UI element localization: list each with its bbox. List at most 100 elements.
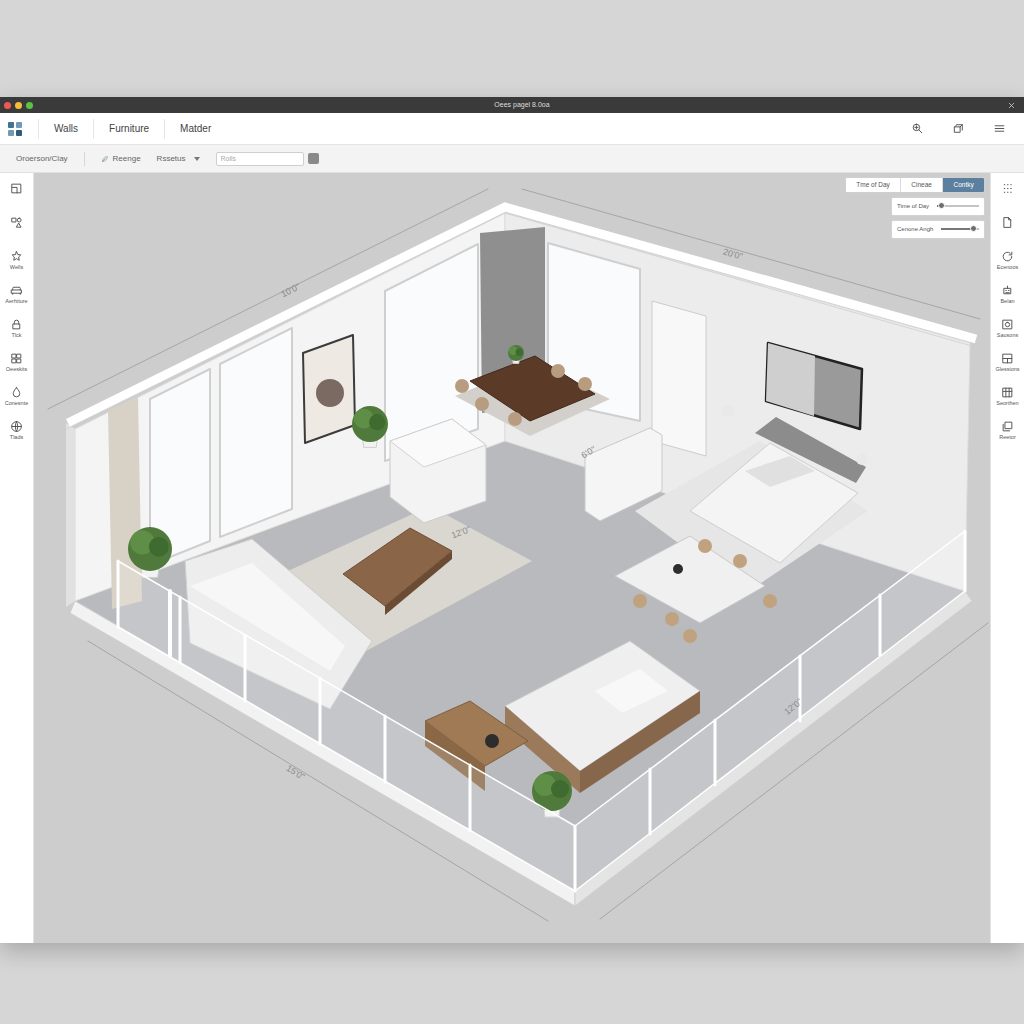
slider-fill: [941, 228, 973, 230]
door: [652, 301, 706, 456]
tv-screen: [766, 343, 862, 429]
dining-chair: [665, 612, 679, 626]
railing-post: [649, 769, 652, 834]
sidebar-item[interactable]: Conesnte: [0, 383, 33, 417]
mode-switch: Tme of DayCineaeContky: [845, 177, 985, 193]
dimension-label: 6'0": [580, 444, 598, 460]
search-button[interactable]: [308, 153, 319, 164]
close-button[interactable]: [1007, 101, 1016, 110]
mode-button[interactable]: Contky: [942, 178, 984, 192]
panel-icon: [1001, 352, 1014, 365]
close-icon: [1007, 101, 1016, 110]
railing-post: [964, 531, 967, 591]
dining-table: [470, 356, 595, 421]
dining-chair: [475, 397, 489, 411]
design-canvas[interactable]: 10'0"20'0"12'0"15'0"12'0"6'0"Tme of DayC…: [34, 173, 990, 943]
toolbar-tab[interactable]: Walls: [38, 119, 93, 139]
railing-post: [384, 716, 387, 782]
wall-art: [303, 335, 355, 443]
front-wall-base: [70, 601, 575, 906]
zoom-button[interactable]: [909, 120, 926, 137]
slider-track[interactable]: [941, 228, 979, 230]
sidebar-item[interactable]: [991, 213, 1024, 247]
sidebar-item[interactable]: Ecenoos: [991, 247, 1024, 281]
railing-post: [319, 678, 322, 744]
sidebar-item[interactable]: Sausons: [991, 315, 1024, 349]
toolbar-tab[interactable]: Matder: [164, 119, 226, 139]
left-sidebar: WellsAerhitureTlckOeeskitsConesnteTlads: [0, 173, 34, 943]
sidebar-item[interactable]: Aerhiture: [0, 281, 33, 315]
minimize-dot[interactable]: [15, 102, 22, 109]
dining-chair: [683, 629, 697, 643]
dining-chair: [698, 539, 712, 553]
close-dot[interactable]: [4, 102, 11, 109]
plan-icon: [10, 182, 23, 195]
sidebar-item[interactable]: [0, 213, 33, 247]
mode-button[interactable]: Tme of Day: [846, 178, 900, 192]
star-icon: [10, 250, 23, 263]
view-button[interactable]: [950, 120, 967, 137]
plant-leaves: [551, 780, 569, 798]
dining-chair: [763, 594, 777, 608]
globe-icon: [10, 420, 23, 433]
kitchen-island: [390, 419, 486, 523]
subbar-button[interactable]: Reenge: [101, 153, 141, 165]
railing-post: [574, 826, 577, 891]
right-sidebar: EcenoosBelanSausonsGlessionsSeorthenReet…: [990, 173, 1024, 943]
grid-icon: [10, 352, 23, 365]
zoom-dot[interactable]: [26, 102, 33, 109]
sidebar-item[interactable]: Oeeskits: [0, 349, 33, 383]
columns-icon: [1001, 386, 1014, 399]
wall-art-shape: [316, 379, 344, 407]
dining-table: [615, 536, 765, 623]
square-icon: [1001, 318, 1014, 331]
sidebar-item[interactable]: Tlck: [0, 315, 33, 349]
bot-icon: [1001, 284, 1014, 297]
sidebar-item[interactable]: Belan: [991, 281, 1024, 315]
plant-leaves: [369, 414, 385, 430]
sidebar-item[interactable]: Seorthen: [991, 383, 1024, 417]
lock-icon: [10, 318, 23, 331]
railing-post: [879, 595, 882, 655]
mode-button[interactable]: Cineae: [900, 178, 942, 192]
glass-railing: [575, 531, 965, 891]
sidebar-item[interactable]: Reetor: [991, 417, 1024, 451]
slider-thumb[interactable]: [970, 225, 977, 232]
search-field[interactable]: [216, 152, 304, 166]
project-path[interactable]: Oroerson/Clay: [16, 153, 68, 165]
toolbar-tab[interactable]: Furniture: [93, 119, 164, 139]
dimension-label: 20'0": [722, 247, 744, 262]
dining-chair: [733, 554, 747, 568]
dimension-label: 12'0": [450, 524, 472, 540]
plant: [352, 406, 388, 442]
shapes-icon: [10, 216, 23, 229]
slider-thumb[interactable]: [938, 202, 945, 209]
sidebar-item[interactable]: Tlads: [0, 417, 33, 451]
title-bar: Oees pagel 8.0oa: [0, 97, 1024, 113]
sidebar-item[interactable]: [991, 179, 1024, 213]
plant: [128, 527, 172, 571]
plant: [508, 345, 524, 361]
slider-track[interactable]: [937, 205, 979, 207]
pillow: [745, 456, 815, 487]
sofa-icon: [10, 284, 23, 297]
sidebar-item[interactable]: Wells: [0, 247, 33, 281]
drop-icon: [10, 386, 23, 399]
menu-button[interactable]: [991, 120, 1008, 137]
caret-icon: [194, 157, 200, 161]
share-icon: [1001, 420, 1014, 433]
doc-icon: [1001, 216, 1014, 229]
main-toolbar: WallsFurnitureMatder: [0, 113, 1024, 145]
window-title: Oees pagel 8.0oa: [37, 97, 1007, 113]
lamp: [856, 453, 868, 465]
scene-slider: Cenone Angh: [891, 220, 985, 239]
filter-dropdown[interactable]: Rssetus: [157, 153, 200, 165]
glass-railing: [118, 561, 575, 891]
sidebar-item[interactable]: Glessions: [991, 349, 1024, 383]
floor-plan-view[interactable]: 10'0"20'0"12'0"15'0"12'0"6'0": [34, 173, 990, 943]
railing-post: [179, 597, 182, 663]
app-logo-icon: [8, 122, 22, 136]
app-logo[interactable]: [0, 122, 30, 136]
tv-screen-light: [766, 343, 815, 416]
sidebar-item[interactable]: [0, 179, 33, 213]
